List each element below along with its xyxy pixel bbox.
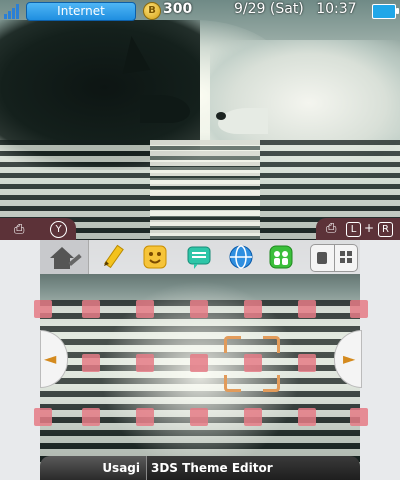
- app-slot[interactable]: [190, 300, 208, 318]
- app-slot[interactable]: [350, 408, 368, 426]
- app-slot[interactable]: [244, 408, 262, 426]
- white-wolf-nose: [216, 112, 226, 120]
- app-slot[interactable]: [82, 300, 100, 318]
- app-slot[interactable]: [298, 300, 316, 318]
- play-coin-count: 300: [163, 1, 193, 17]
- status-bar: Internet B 300 9/29 (Sat) 10:37: [0, 0, 400, 22]
- theme-name: 3DS Theme Editor: [146, 456, 360, 480]
- top-screen: Internet B 300 9/29 (Sat) 10:37 ⎙ Y ⎙ L …: [0, 0, 400, 240]
- r-button-icon: R: [378, 222, 393, 237]
- left-border: [0, 240, 40, 480]
- smiley-icon[interactable]: [142, 244, 168, 270]
- app-slot[interactable]: [244, 300, 262, 318]
- date-text: 9/29 (Sat): [234, 1, 304, 17]
- user-name: Usagi: [40, 456, 146, 480]
- single-view-icon[interactable]: [311, 245, 333, 271]
- theme-info-bar: Usagi 3DS Theme Editor: [40, 456, 360, 480]
- app-slot[interactable]: [350, 300, 368, 318]
- black-wolf-ear: [117, 34, 151, 74]
- home-settings-button[interactable]: [40, 240, 89, 274]
- view-toggle[interactable]: [310, 244, 358, 272]
- app-slot[interactable]: [298, 354, 316, 372]
- globe-icon[interactable]: [228, 244, 254, 270]
- y-button-icon: Y: [50, 221, 67, 238]
- pencil-icon[interactable]: [100, 244, 126, 270]
- play-coin-icon: B: [143, 2, 161, 20]
- signal-icon: [4, 3, 22, 19]
- right-border: [360, 240, 400, 480]
- internet-status: Internet: [26, 2, 136, 21]
- notes-icon[interactable]: [186, 244, 212, 270]
- plus-symbol: +: [364, 221, 375, 235]
- app-slot[interactable]: [136, 408, 154, 426]
- screenshot-shortcut[interactable]: ⎙ L + R: [316, 218, 400, 240]
- battery-icon: [372, 4, 399, 19]
- water-reflection-center: [150, 140, 260, 240]
- camera-icon: ⎙: [326, 221, 337, 236]
- l-button-icon: L: [346, 222, 361, 237]
- grid-view-icon[interactable]: [334, 245, 357, 271]
- home-settings-icon: [50, 247, 82, 269]
- app-slot[interactable]: [190, 354, 208, 372]
- date-time: 9/29 (Sat) 10:37: [234, 1, 357, 17]
- app-slot[interactable]: [82, 354, 100, 372]
- friends-icon[interactable]: [268, 244, 294, 270]
- selection-cursor: [224, 336, 280, 392]
- camera-icon: ⎙: [14, 222, 25, 237]
- home-menu-toolbar: [40, 240, 360, 274]
- arrow-left-icon: ◄: [44, 349, 57, 368]
- white-wolf-snout: [218, 108, 268, 134]
- camera-shortcut[interactable]: ⎙ Y: [0, 218, 76, 240]
- app-slot[interactable]: [82, 408, 100, 426]
- arrow-right-icon: ►: [343, 349, 356, 368]
- time-text: 10:37: [316, 1, 357, 17]
- app-slot[interactable]: [136, 300, 154, 318]
- app-slot[interactable]: [190, 408, 208, 426]
- app-slot[interactable]: [34, 300, 52, 318]
- app-slot[interactable]: [34, 408, 52, 426]
- app-slot[interactable]: [136, 354, 154, 372]
- app-slot[interactable]: [298, 408, 316, 426]
